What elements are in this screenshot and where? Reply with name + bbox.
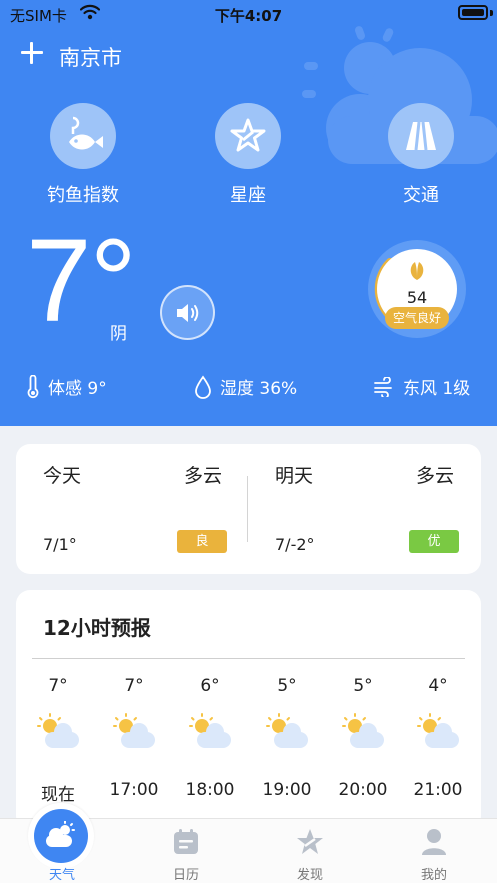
today-label: 今天 [43, 465, 82, 487]
shortcut-label: 钓鱼指数 [47, 185, 119, 206]
hourly-forecast-card: 12小时预报 7° 现在 7° 17:00 6° 18:00 5° 19:00 … [16, 590, 481, 830]
constellation-star-icon [215, 103, 281, 169]
partly-cloudy-icon [189, 713, 231, 748]
hour-time: 现在 [41, 785, 75, 805]
weather-icon [34, 809, 88, 863]
partly-cloudy-icon [37, 713, 79, 748]
wind-icon [374, 376, 392, 397]
speaker-icon [176, 303, 198, 322]
wind-metric: 东风 1级 [373, 374, 470, 399]
humidity-metric: 湿度 36% [194, 374, 297, 399]
road-icon [388, 103, 454, 169]
battery-tip [490, 10, 493, 16]
shortcut-constellation[interactable]: 星座 [183, 103, 313, 207]
partly-cloudy-icon [266, 713, 308, 748]
today-air-quality-badge: 良 [177, 530, 227, 553]
daily-summary-card[interactable]: 今天 多云 7/1° 良 明天 多云 7/-2° 优 [16, 444, 481, 574]
tab-label: 日历 [172, 868, 199, 883]
divider [32, 658, 465, 659]
tomorrow-condition: 多云 [416, 465, 455, 487]
thermometer-icon [27, 374, 39, 398]
hour-temp: 7° [48, 676, 68, 696]
feels-like-metric: 体感 9° [26, 374, 107, 399]
tab-calendar[interactable]: 日历 [124, 819, 248, 883]
hour-temp: 6° [200, 676, 220, 696]
battery-icon [458, 5, 488, 20]
bottom-tab-bar: 天气 日历 发现 我的 [0, 803, 497, 883]
voice-broadcast-button[interactable] [160, 285, 215, 340]
tomorrow-label: 明天 [275, 465, 314, 487]
shortcut-label: 交通 [403, 185, 439, 206]
hour-temp: 5° [353, 676, 373, 696]
feels-like-text: 体感 9° [48, 379, 107, 399]
forecast-hour: 5° 20:00 [323, 676, 403, 800]
partly-cloudy-icon [113, 713, 155, 748]
tab-profile[interactable]: 我的 [372, 819, 496, 883]
hour-time: 21:00 [413, 780, 463, 800]
aqi-label: 空气良好 [385, 307, 449, 329]
water-drop-icon [195, 374, 211, 399]
hour-time: 18:00 [185, 780, 235, 800]
add-city-button[interactable] [20, 41, 44, 65]
forecast-hour: 5° 19:00 [247, 676, 327, 800]
tab-label: 我的 [420, 868, 447, 883]
hour-time: 20:00 [338, 780, 388, 800]
profile-icon [422, 829, 446, 855]
air-quality-widget[interactable]: 54 空气良好 [368, 240, 466, 338]
calendar-icon [174, 829, 198, 854]
humidity-text: 湿度 36% [220, 379, 298, 399]
tab-label: 发现 [296, 868, 323, 883]
today-condition: 多云 [184, 465, 223, 487]
current-condition: 阴 [110, 324, 127, 344]
forecast-hour: 6° 18:00 [170, 676, 250, 800]
hour-temp: 4° [428, 676, 448, 696]
hour-temp: 7° [124, 676, 144, 696]
partly-cloudy-icon [342, 713, 384, 748]
aqi-value: 54 [406, 288, 428, 307]
forecast-hour: 7° 现在 [18, 676, 98, 805]
fishing-icon [50, 103, 116, 169]
hour-time: 19:00 [262, 780, 312, 800]
forecast-hour: 4° 21:00 [398, 676, 478, 800]
hour-time: 17:00 [109, 780, 159, 800]
wind-text: 东风 1级 [403, 379, 471, 399]
forecast-hour: 7° 17:00 [94, 676, 174, 800]
hour-temp: 5° [277, 676, 297, 696]
partly-cloudy-icon [417, 713, 459, 748]
divider [247, 476, 248, 542]
forecast-title: 12小时预报 [43, 616, 151, 640]
weather-header: 无SIM卡 下午4:07 南京市 钓鱼指数 星座 交通 7° 阴 54 空气良好… [0, 0, 497, 426]
tab-label: 天气 [48, 868, 75, 883]
shortcut-traffic[interactable]: 交通 [356, 103, 486, 207]
tomorrow-range: 7/-2° [275, 535, 315, 554]
discover-star-icon [297, 829, 323, 854]
city-name[interactable]: 南京市 [59, 42, 122, 72]
tab-discover[interactable]: 发现 [248, 819, 372, 883]
shortcut-fishing[interactable]: 钓鱼指数 [18, 103, 148, 207]
tab-weather[interactable]: 天气 [0, 803, 124, 883]
today-range: 7/1° [43, 535, 77, 554]
shortcut-label: 星座 [230, 185, 266, 206]
leaf-icon [410, 262, 424, 280]
tomorrow-air-quality-badge: 优 [409, 530, 459, 553]
